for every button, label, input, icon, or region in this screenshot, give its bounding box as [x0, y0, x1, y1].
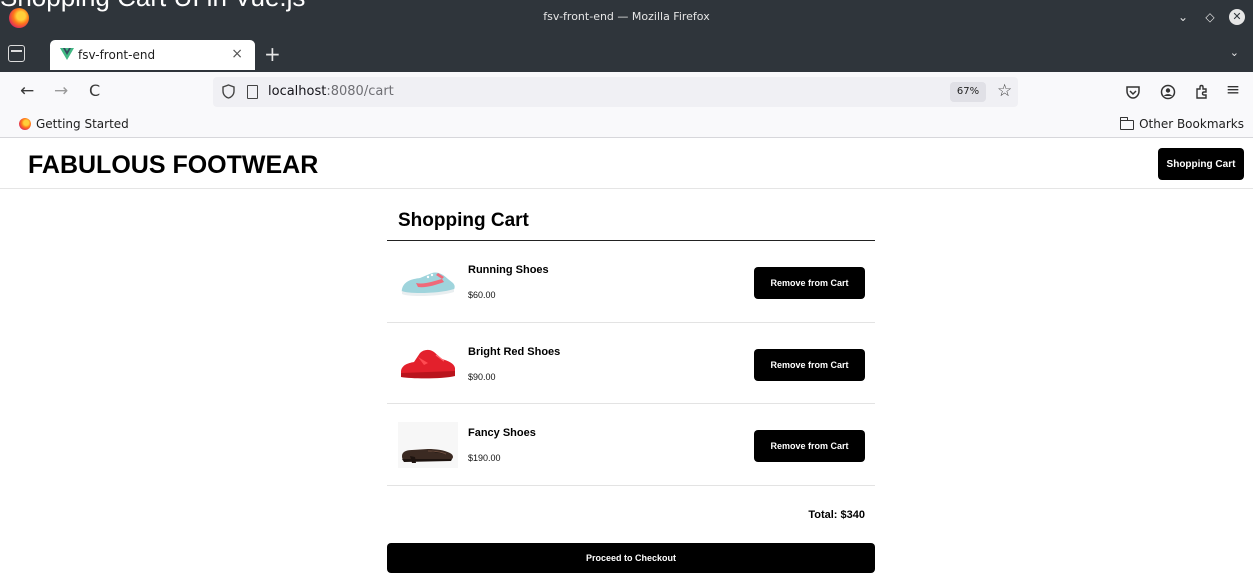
running-shoe-image	[401, 272, 455, 297]
remove-from-cart-button[interactable]: Remove from Cart	[754, 348, 865, 381]
page-info-icon[interactable]	[247, 85, 258, 99]
navigation-toolbar: ← → C localhost:8080/cart 67% ☆ ≡	[0, 72, 1253, 112]
bookmark-label: Getting Started	[36, 117, 129, 131]
tracking-shield-icon[interactable]	[222, 84, 235, 99]
cart-item-running-shoes: Running Shoes $60.00 Remove from Cart	[387, 241, 875, 323]
cart-item-fancy-shoes: Fancy Shoes $190.00 Remove from Cart	[387, 404, 875, 486]
close-window-icon[interactable]: ✕	[1229, 9, 1245, 25]
bookmark-getting-started[interactable]: Getting Started	[19, 117, 129, 131]
product-price: $190.00	[468, 453, 501, 463]
tabs-overflow-chevron-icon[interactable]: ⌄	[1230, 46, 1239, 59]
vue-logo-icon	[60, 48, 74, 60]
site-header: FABULOUS FOOTWEAR Shopping Cart	[0, 139, 1253, 189]
minimize-icon[interactable]: ⌄	[1175, 9, 1191, 25]
red-shoe-image	[401, 349, 455, 378]
reload-icon[interactable]: C	[89, 81, 100, 100]
back-icon[interactable]: ←	[20, 81, 34, 101]
shopping-cart-panel: Shopping Cart Running Shoes $60.00 Remov…	[387, 189, 875, 573]
tab-list-icon[interactable]	[8, 45, 25, 62]
site-title[interactable]: FABULOUS FOOTWEAR	[28, 151, 318, 180]
tab-strip: fsv-front-end × + ⌄	[0, 36, 1253, 72]
remove-from-cart-button[interactable]: Remove from Cart	[754, 267, 865, 299]
url-path: :8080/cart	[326, 84, 394, 99]
bookmark-other-bookmarks[interactable]: Other Bookmarks	[1120, 116, 1244, 131]
proceed-to-checkout-button[interactable]: Proceed to Checkout	[387, 542, 875, 573]
bookmark-star-icon[interactable]: ☆	[997, 81, 1012, 101]
cart-item-bright-red-shoes: Bright Red Shoes $90.00 Remove from Cart	[387, 323, 875, 404]
cart-heading: Shopping Cart	[387, 189, 875, 241]
restore-icon[interactable]: ◇	[1202, 9, 1218, 25]
window-titlebar: fsv-front-end — Mozilla Firefox ⌄ ◇ ✕	[0, 0, 1253, 36]
new-tab-button[interactable]: +	[264, 42, 281, 66]
forward-icon[interactable]: →	[54, 81, 68, 101]
url-text[interactable]: localhost:8080/cart	[268, 84, 394, 99]
dress-shoe-image	[398, 422, 458, 468]
folder-icon	[1120, 116, 1135, 130]
cart-total: Total: $340	[808, 508, 865, 521]
pocket-icon[interactable]	[1124, 84, 1142, 100]
product-name: Fancy Shoes	[468, 427, 536, 439]
bookmark-label: Other Bookmarks	[1139, 117, 1244, 131]
window-controls: ⌄ ◇ ✕	[1175, 9, 1245, 25]
url-bar[interactable]: localhost:8080/cart 67% ☆	[213, 77, 1018, 107]
product-name: Bright Red Shoes	[468, 345, 561, 358]
tab-close-icon[interactable]: ×	[231, 46, 243, 62]
web-page: FABULOUS FOOTWEAR Shopping Cart Shopping…	[0, 139, 1253, 573]
window-title: fsv-front-end — Mozilla Firefox	[543, 10, 710, 23]
product-price: $60.00	[468, 290, 496, 300]
extensions-puzzle-icon[interactable]	[1193, 83, 1211, 100]
app-menu-icon[interactable]: ≡	[1224, 80, 1242, 100]
shopping-cart-button[interactable]: Shopping Cart	[1158, 148, 1244, 180]
bookmarks-toolbar: Getting Started Other Bookmarks	[0, 112, 1253, 138]
product-price: $90.00	[468, 371, 496, 382]
tab-fsv-front-end[interactable]: fsv-front-end ×	[50, 40, 255, 70]
url-host: localhost	[268, 84, 327, 99]
remove-from-cart-button[interactable]: Remove from Cart	[754, 430, 865, 462]
zoom-level-badge[interactable]: 67%	[950, 82, 986, 102]
firefox-bookmark-icon	[19, 118, 31, 130]
product-name: Running Shoes	[468, 264, 549, 276]
tab-label: fsv-front-end	[78, 48, 156, 62]
account-icon[interactable]	[1159, 84, 1177, 100]
